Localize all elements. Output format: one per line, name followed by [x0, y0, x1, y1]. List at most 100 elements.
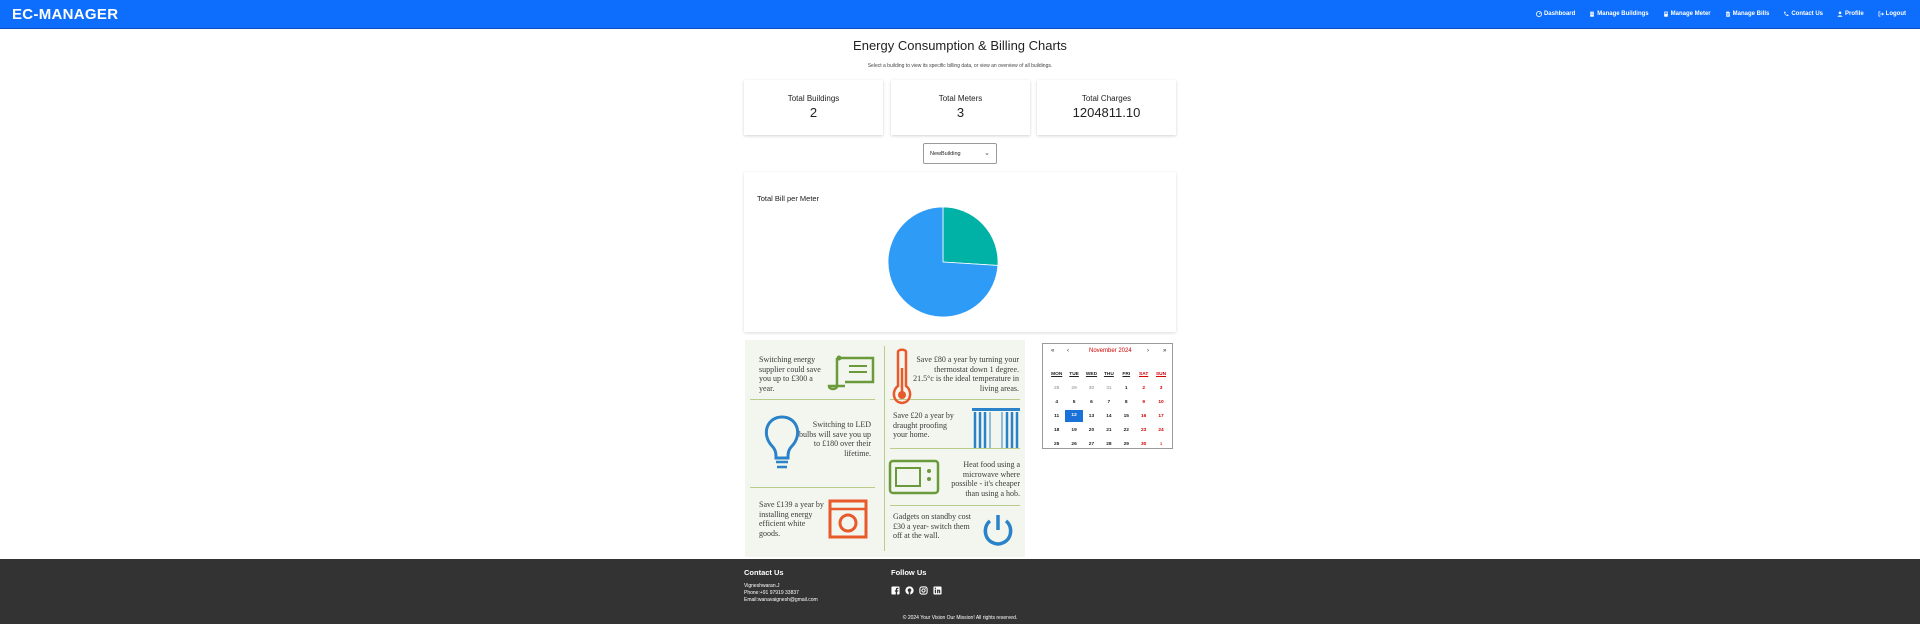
calendar-day[interactable]: 17: [1152, 414, 1169, 419]
calendar-month-label[interactable]: November 2024: [1089, 348, 1132, 354]
calendar-week-row: 4 5 6 7 8 9 10: [1048, 395, 1170, 409]
brand-logo[interactable]: EC-MANAGER: [12, 6, 118, 23]
calendar-day[interactable]: 29: [1065, 386, 1082, 391]
calendar-week-row: 11 12 13 14 15 16 17: [1048, 409, 1170, 423]
calendar-day[interactable]: 27: [1083, 442, 1100, 447]
calendar-day[interactable]: 1: [1118, 386, 1135, 391]
calendar-day[interactable]: 7: [1100, 400, 1117, 405]
prev-year-button[interactable]: «: [1051, 348, 1054, 354]
contact-name: Vigneshwaran.J: [744, 583, 780, 589]
stat-label: Total Meters: [938, 94, 983, 103]
divider: [750, 487, 875, 488]
calendar-day[interactable]: 29: [1118, 442, 1135, 447]
calendar-day[interactable]: 19: [1065, 428, 1082, 433]
linkedin-icon[interactable]: [933, 586, 942, 595]
stat-value: 3: [956, 105, 965, 120]
stat-label: Total Buildings: [787, 94, 840, 103]
calendar-day[interactable]: 26: [1065, 442, 1082, 447]
chevron-down-icon: [985, 152, 989, 155]
calendar-day[interactable]: 14: [1100, 414, 1117, 419]
calendar: « ‹ November 2024 › » MON TUE WED THU FRI SAT…: [1042, 343, 1173, 449]
nav-logout[interactable]: Logout: [1878, 11, 1906, 17]
building-select-value: NewBuilding: [930, 150, 961, 157]
calendar-day[interactable]: 11: [1048, 414, 1065, 419]
calendar-day[interactable]: 24: [1152, 428, 1169, 433]
calendar-week-row: 18 19 20 21 22 23 24: [1048, 423, 1170, 437]
thermometer-icon: [892, 348, 912, 405]
building-icon: [1590, 11, 1595, 17]
next-year-button[interactable]: »: [1163, 348, 1166, 354]
weekday-row: MON TUE WED THU FRI SAT SUN: [1048, 367, 1170, 381]
divider: [890, 505, 1020, 506]
calendar-day[interactable]: 3: [1152, 386, 1169, 391]
contact-phone: Phone:+91 97919 33837: [744, 590, 799, 596]
stat-card-charges: Total Charges 1204811.10: [1037, 80, 1176, 135]
github-icon[interactable]: [905, 586, 914, 595]
divider: [884, 346, 885, 551]
calendar-day[interactable]: 8: [1118, 400, 1135, 405]
nav-manage-buildings[interactable]: Manage Buildings: [1589, 11, 1649, 17]
washing-machine-icon: [828, 499, 868, 539]
calendar-day[interactable]: 20: [1083, 428, 1100, 433]
calendar-day[interactable]: 6: [1083, 400, 1100, 405]
calendar-day[interactable]: 18: [1048, 428, 1065, 433]
calendar-day[interactable]: 31: [1100, 386, 1117, 391]
meter-icon: [1663, 11, 1668, 17]
bill-icon: [1725, 11, 1730, 17]
pie-slice[interactable]: [942, 206, 999, 266]
calendar-day[interactable]: 25: [1048, 442, 1065, 447]
nav-manage-meter[interactable]: Manage Meter: [1663, 11, 1711, 17]
calendar-nav: « ‹ November 2024 › »: [1043, 348, 1174, 360]
calendar-day[interactable]: 21: [1100, 428, 1117, 433]
nav-logout-label: Logout: [1885, 11, 1906, 17]
stat-value: 2: [809, 105, 818, 120]
stat-card-meters: Total Meters 3: [891, 80, 1030, 135]
follow-heading: Follow Us: [891, 568, 927, 577]
building-select[interactable]: NewBuilding: [923, 143, 997, 164]
bill-scroll-icon: [827, 355, 875, 391]
nav-dashboard-label: Dashboard: [1543, 11, 1576, 17]
tip-text: Switching to LED bulbs will save you up …: [799, 420, 871, 458]
calendar-day[interactable]: 30: [1135, 442, 1152, 447]
facebook-icon[interactable]: [891, 586, 900, 595]
nav-contact-us[interactable]: Contact Us: [1783, 11, 1823, 17]
copyright: © 2024 Your Vision Our Mission! All righ…: [902, 615, 1018, 621]
user-icon: [1837, 11, 1843, 17]
power-icon: [983, 515, 1013, 546]
navbar: EC-MANAGER Dashboard Manage Buildings Ma…: [0, 0, 1920, 29]
nav-profile-label: Profile: [1845, 11, 1864, 17]
calendar-day[interactable]: 16: [1135, 414, 1152, 419]
calendar-day[interactable]: 13: [1083, 414, 1100, 419]
energy-saving-infographic: Switching energy supplier could save you…: [745, 340, 1025, 557]
calendar-day[interactable]: 4: [1048, 400, 1065, 405]
contact-email[interactable]: Email:wanavaignesh@gmail.com: [744, 597, 818, 603]
weekday-label: SAT: [1139, 371, 1149, 377]
calendar-day[interactable]: 28: [1048, 386, 1065, 391]
logout-icon: [1878, 11, 1884, 17]
nav-profile[interactable]: Profile: [1837, 11, 1864, 17]
calendar-day[interactable]: 10: [1152, 400, 1169, 405]
weekday-label: FRI: [1122, 371, 1131, 377]
nav-dashboard[interactable]: Dashboard: [1535, 11, 1576, 17]
calendar-day[interactable]: 2: [1135, 386, 1152, 391]
calendar-day[interactable]: 30: [1083, 386, 1100, 391]
nav-contact-us-label: Contact Us: [1791, 11, 1823, 17]
page-subtitle: Select a building to view its specific b…: [867, 63, 1053, 69]
next-month-button[interactable]: ›: [1147, 348, 1149, 354]
calendar-day[interactable]: 9: [1135, 400, 1152, 405]
calendar-day[interactable]: 22: [1118, 428, 1135, 433]
contact-heading: Contact Us: [744, 568, 784, 577]
tip-text: Switching energy supplier could save you…: [759, 355, 821, 393]
nav-manage-bills[interactable]: Manage Bills: [1725, 11, 1769, 17]
instagram-icon[interactable]: [919, 586, 928, 595]
calendar-day[interactable]: 5: [1065, 400, 1082, 405]
prev-month-button[interactable]: ‹: [1067, 348, 1069, 354]
weekday-label: WED: [1085, 371, 1098, 377]
calendar-day[interactable]: 28: [1100, 442, 1117, 447]
page-title: Energy Consumption & Billing Charts: [853, 38, 1067, 53]
calendar-day[interactable]: 23: [1135, 428, 1152, 433]
divider: [750, 399, 875, 400]
calendar-day[interactable]: 15: [1118, 414, 1135, 419]
calendar-day[interactable]: 12: [1065, 410, 1083, 422]
calendar-day[interactable]: 1: [1152, 442, 1169, 447]
